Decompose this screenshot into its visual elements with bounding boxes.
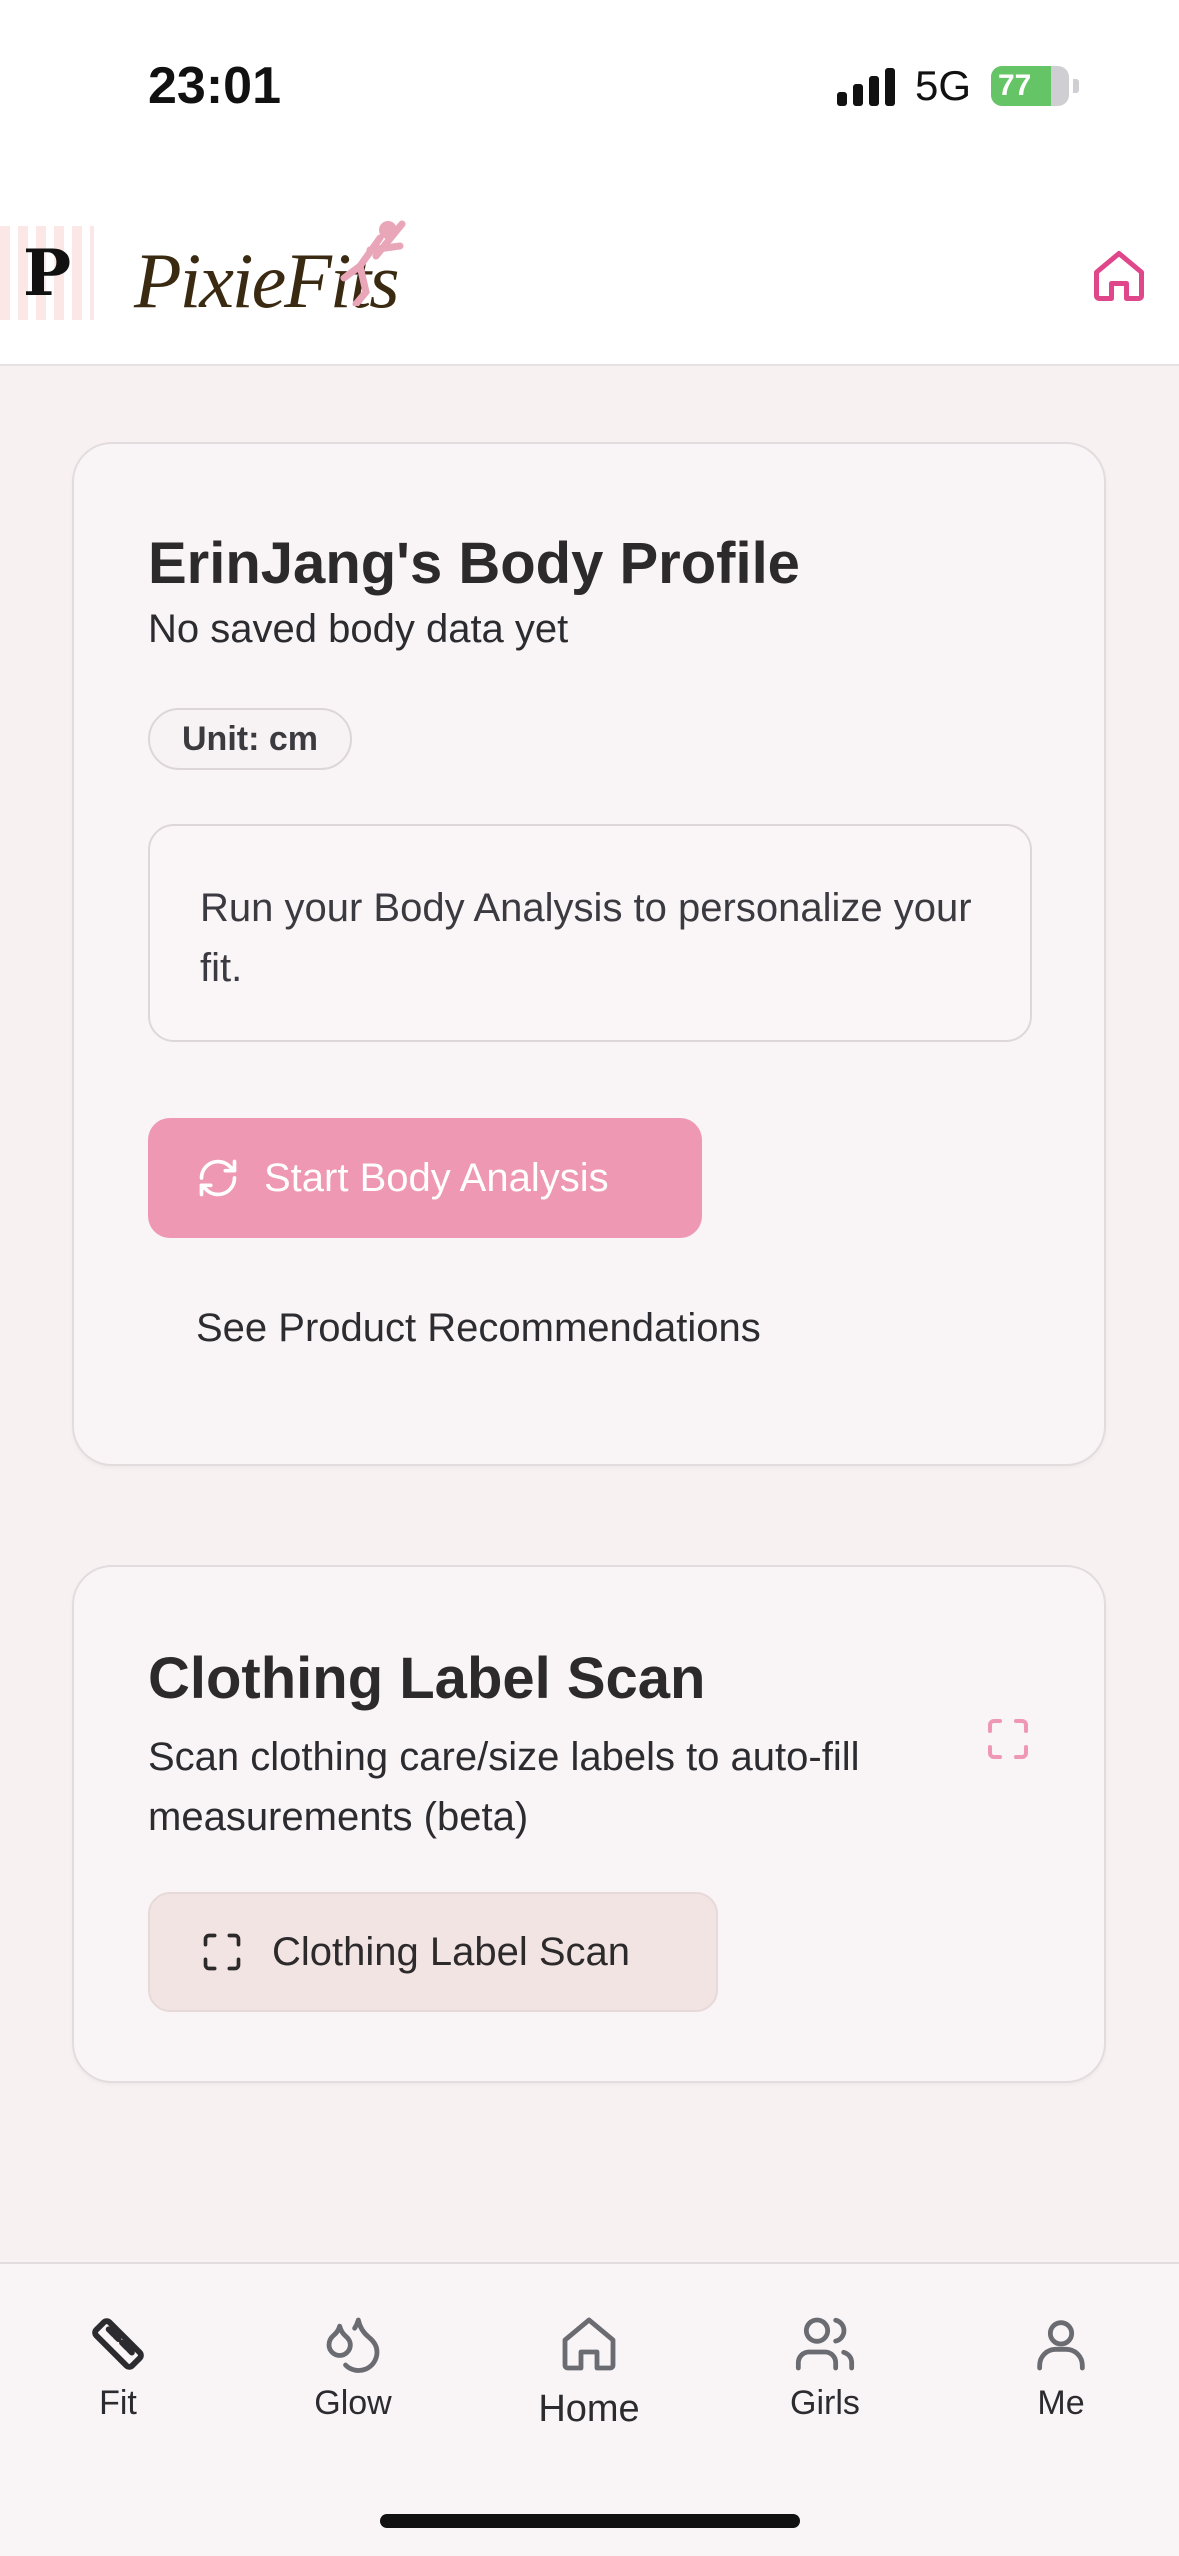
nav-item-home[interactable]: Home [509, 2312, 669, 2431]
nav-label: Me [1037, 2384, 1085, 2422]
ruler-icon [92, 2318, 144, 2370]
body-profile-card: ErinJang's Body Profile No saved body da… [72, 442, 1106, 1466]
users-icon [795, 2317, 855, 2371]
clothing-label-scan-card: Clothing Label Scan Scan clothing care/s… [72, 1565, 1106, 2083]
status-bar: 23:01 5G 77 [0, 0, 1179, 176]
header-home-button[interactable] [1089, 246, 1149, 306]
scan-icon [988, 1719, 1028, 1759]
signal-icon [836, 66, 895, 106]
profile-title: ErinJang's Body Profile [148, 531, 800, 596]
nav-item-fit[interactable]: Fit [38, 2312, 198, 2423]
nav-item-girls[interactable]: Girls [745, 2312, 905, 2423]
status-indicators: 5G 77 [836, 62, 1079, 110]
logo-figure-icon [340, 220, 406, 306]
nav-item-glow[interactable]: Glow [273, 2312, 433, 2423]
battery-level: 77 [998, 69, 1032, 102]
start-body-analysis-button[interactable]: Start Body Analysis [148, 1118, 702, 1238]
app-header: P PixieFits [0, 176, 1179, 366]
nav-label: Girls [790, 2384, 860, 2422]
scan-icon [203, 1933, 241, 1971]
start-button-label: Start Body Analysis [264, 1155, 609, 1200]
nav-item-me[interactable]: Me [981, 2312, 1141, 2423]
scan-description: Scan clothing care/size labels to auto-f… [148, 1735, 860, 1839]
bottom-nav: Fit Glow Home Girls Me [0, 2262, 1179, 2556]
nav-label: Glow [314, 2384, 392, 2422]
unit-chip[interactable]: Unit: cm [148, 708, 352, 770]
status-time: 23:01 [148, 57, 281, 115]
profile-subtitle: No saved body data yet [148, 607, 569, 651]
clothing-label-scan-button[interactable]: Clothing Label Scan [148, 1892, 718, 2012]
home-indicator [380, 2514, 800, 2528]
info-message: Run your Body Analysis to personalize yo… [148, 824, 1032, 1042]
home-icon [562, 2317, 616, 2371]
scan-button-label: Clothing Label Scan [272, 1929, 631, 1974]
scan-title: Clothing Label Scan [148, 1646, 706, 1711]
app-logo-mark: P [0, 226, 94, 320]
droplets-icon [326, 2317, 380, 2373]
nav-label: Fit [99, 2384, 137, 2422]
user-icon [1037, 2320, 1085, 2371]
nav-label: Home [538, 2388, 640, 2430]
battery-icon: 77 [991, 66, 1069, 106]
network-type: 5G [914, 62, 971, 109]
product-recommendations-link[interactable]: See Product Recommendations [196, 1306, 761, 1351]
refresh-icon [199, 1159, 237, 1197]
